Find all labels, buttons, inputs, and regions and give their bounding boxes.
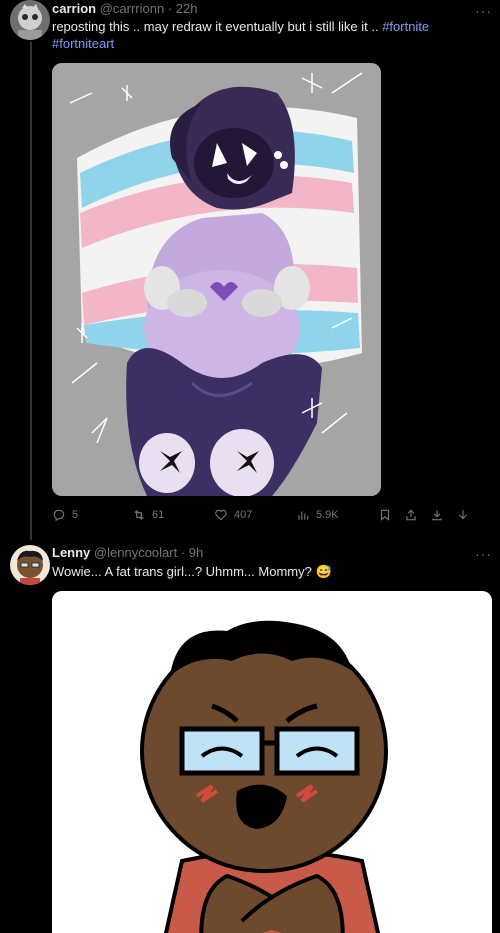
post-image[interactable] — [52, 591, 492, 933]
like-icon — [215, 509, 227, 521]
post-text: reposting this .. may redraw it eventual… — [52, 18, 482, 52]
download-button[interactable] — [430, 508, 444, 525]
share-icon — [406, 509, 416, 521]
download-icon — [459, 510, 467, 520]
download-button[interactable] — [456, 508, 470, 525]
more-options-icon[interactable]: ··· — [475, 546, 492, 562]
handle[interactable]: @lennycoolart — [94, 545, 177, 560]
bookmark-icon — [380, 509, 390, 521]
post-text-body: reposting this .. may redraw it eventual… — [52, 19, 383, 34]
views-count: 5.9K — [316, 509, 339, 521]
hashtag-link[interactable]: #fortnite — [382, 19, 429, 34]
display-name[interactable]: Lenny — [52, 545, 90, 560]
repost-button[interactable]: 61 — [132, 508, 164, 522]
repost-icon — [134, 510, 144, 520]
post-lenny[interactable]: Lenny @lennycoolart · 9h ··· Wowie... A … — [0, 540, 500, 933]
more-options-icon[interactable]: ··· — [475, 3, 492, 19]
post-header: carrion @carrrionn · 22h — [52, 1, 198, 16]
share-button[interactable] — [404, 508, 418, 525]
timestamp[interactable]: 22h — [176, 1, 198, 16]
bookmark-button[interactable] — [378, 508, 392, 525]
thread-line — [30, 42, 32, 540]
post-header: Lenny @lennycoolart · 9h — [52, 545, 204, 560]
post-carrion[interactable]: carrion @carrrionn · 22h ··· reposting t… — [0, 0, 500, 540]
timestamp[interactable]: 9h — [189, 545, 203, 560]
like-count: 407 — [234, 509, 253, 521]
display-name[interactable]: carrion — [52, 1, 96, 16]
avatar[interactable] — [10, 545, 50, 585]
hashtag-link[interactable]: #fortniteart — [52, 36, 114, 51]
like-button[interactable]: 407 — [214, 508, 252, 522]
reply-icon — [53, 509, 65, 522]
reply-button[interactable]: 5 — [52, 508, 78, 522]
download-icon — [432, 510, 442, 521]
post-image[interactable] — [52, 63, 381, 496]
post-actions: 5 61 407 5.9K — [52, 508, 488, 528]
post-text: Wowie... A fat trans girl...? Uhmm... Mo… — [52, 564, 332, 579]
handle[interactable]: @carrrionn — [100, 1, 165, 16]
reply-count: 5 — [72, 509, 79, 521]
views-button[interactable]: 5.9K — [296, 508, 339, 522]
views-icon — [298, 511, 309, 520]
avatar[interactable] — [10, 0, 50, 40]
repost-count: 61 — [152, 509, 165, 521]
